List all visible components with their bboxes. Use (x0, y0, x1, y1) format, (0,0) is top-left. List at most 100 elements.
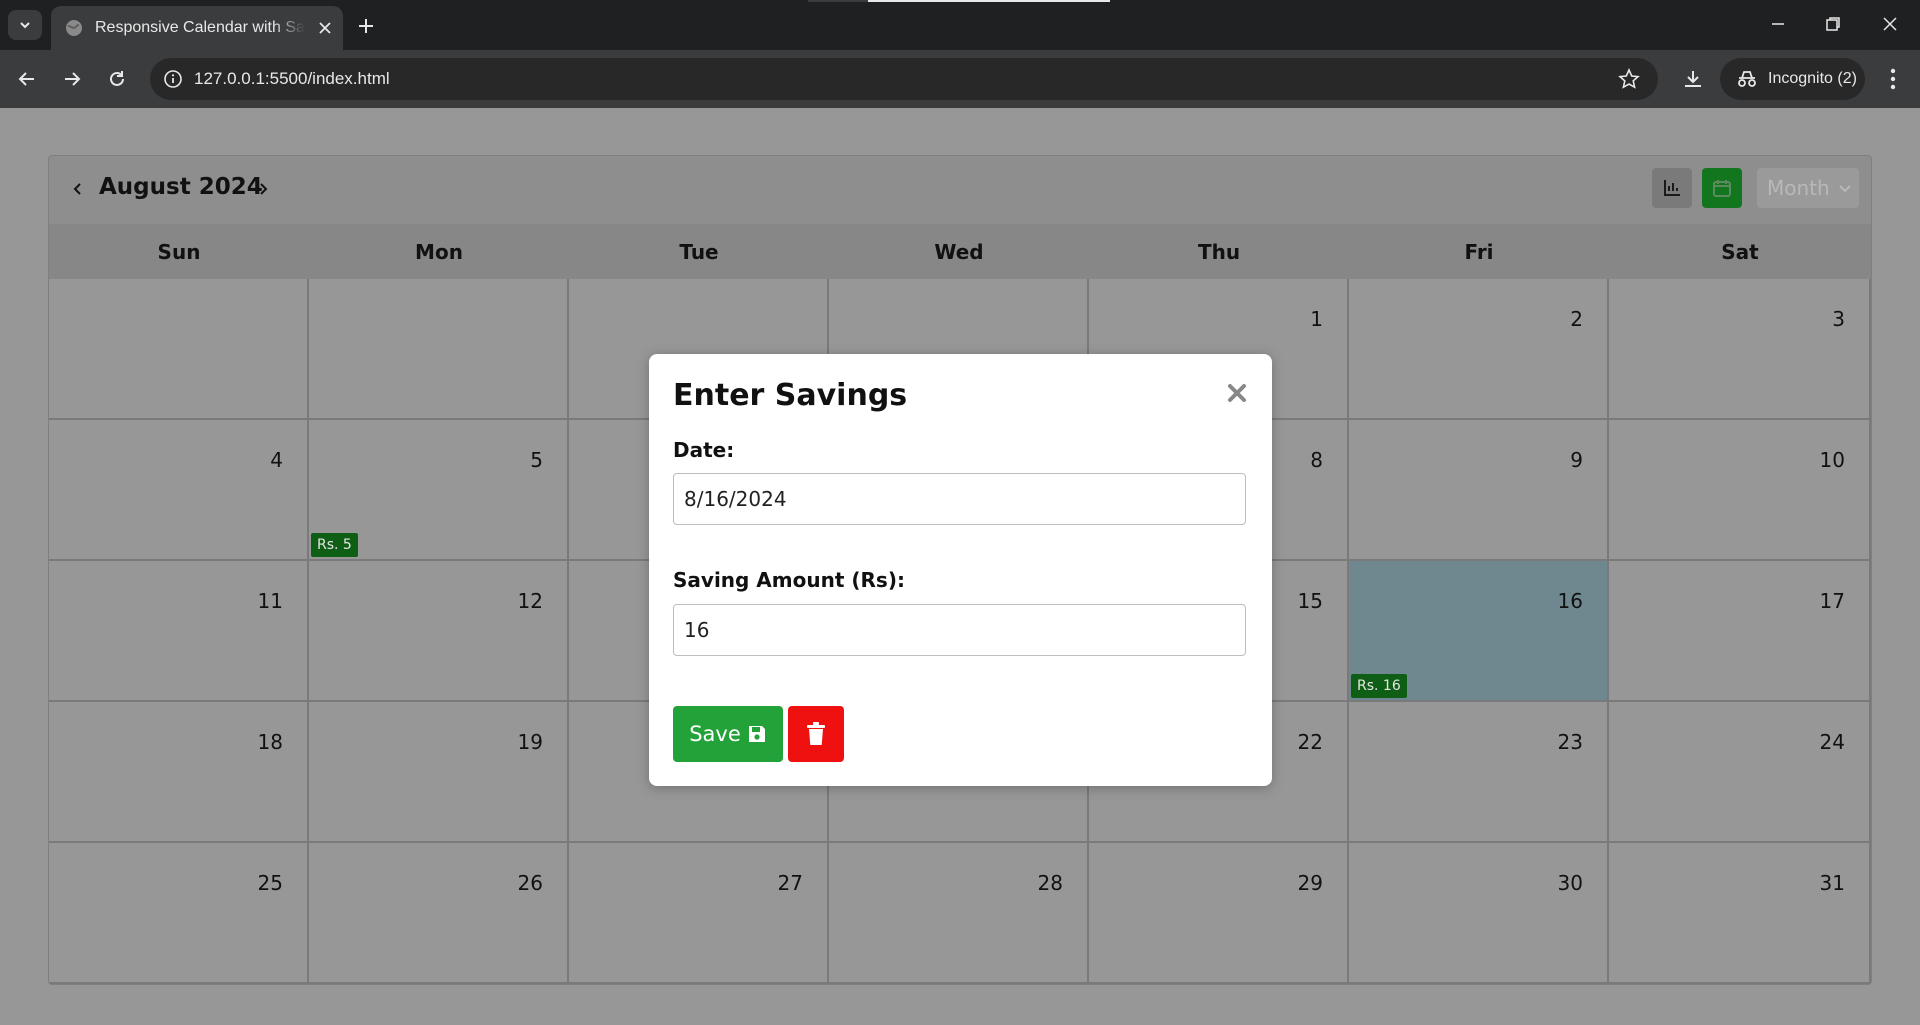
amount-label: Saving Amount (Rs): (673, 568, 905, 592)
chevron-left-icon (73, 183, 81, 195)
day-cell[interactable]: 24 (1609, 702, 1871, 843)
day-number: 12 (517, 589, 543, 613)
download-icon[interactable] (1680, 66, 1706, 92)
weekday-header: Tue (679, 239, 719, 264)
day-number: 22 (1297, 730, 1323, 754)
day-number: 11 (257, 589, 283, 613)
weekday-header: Mon (415, 239, 463, 264)
day-number: 24 (1819, 730, 1845, 754)
day-cell[interactable]: 29 (1089, 843, 1349, 984)
tab-strip-indicator-active (868, 0, 1110, 2)
minimize-icon[interactable] (1766, 12, 1790, 36)
day-cell[interactable]: 16 Rs. 16 (1349, 561, 1609, 702)
save-button-label: Save (689, 722, 741, 746)
month-title: August 2024 (99, 174, 263, 200)
savings-badge[interactable]: Rs. 5 (311, 533, 358, 557)
save-button[interactable]: Save (673, 706, 783, 762)
day-cell[interactable]: 5 Rs. 5 (309, 420, 569, 561)
close-icon[interactable] (1226, 382, 1248, 404)
day-number: 30 (1557, 871, 1583, 895)
day-number: 16 (1557, 589, 1583, 613)
browser-tab[interactable]: Responsive Calendar with Saving Tracker (51, 6, 343, 50)
trash-icon (807, 722, 825, 745)
day-cell[interactable]: 4 (49, 420, 309, 561)
day-number: 10 (1819, 448, 1845, 472)
amount-field[interactable] (673, 604, 1246, 656)
savings-badge[interactable]: Rs. 16 (1351, 674, 1407, 698)
day-number: 1 (1310, 307, 1323, 331)
bookmark-star-icon[interactable] (1618, 68, 1640, 90)
day-cell[interactable]: 3 (1609, 279, 1871, 420)
back-icon[interactable] (14, 66, 40, 92)
tab-search-button[interactable] (8, 10, 42, 40)
modal-title: Enter Savings (673, 378, 908, 413)
chevron-down-icon (20, 22, 30, 29)
day-cell[interactable]: 27 (569, 843, 829, 984)
day-number: 25 (257, 871, 283, 895)
day-number: 18 (257, 730, 283, 754)
calendar-header: August 2024 Month (49, 156, 1871, 225)
day-number: 17 (1819, 589, 1845, 613)
forward-icon[interactable] (59, 66, 85, 92)
site-info-icon[interactable] (162, 68, 184, 90)
empty-day-cell (309, 279, 569, 420)
more-menu-icon[interactable] (1880, 66, 1906, 92)
calendar-view-button[interactable] (1702, 168, 1742, 208)
globe-icon (65, 19, 83, 37)
day-cell[interactable]: 12 (309, 561, 569, 702)
day-cell[interactable]: 30 (1349, 843, 1609, 984)
weekday-header: Sat (1721, 239, 1759, 264)
day-cell[interactable]: 26 (309, 843, 569, 984)
empty-day-cell (49, 279, 309, 420)
reload-icon[interactable] (104, 66, 130, 92)
prev-month-button[interactable] (67, 178, 89, 200)
day-number: 5 (530, 448, 543, 472)
chart-view-button[interactable] (1652, 168, 1692, 208)
day-cell[interactable]: 11 (49, 561, 309, 702)
day-cell[interactable]: 25 (49, 843, 309, 984)
day-number: 2 (1570, 307, 1583, 331)
day-number: 4 (270, 448, 283, 472)
chevron-right-icon (260, 183, 268, 195)
day-number: 31 (1819, 871, 1845, 895)
address-bar[interactable]: 127.0.0.1:5500/index.html (150, 58, 1658, 100)
view-select[interactable]: Month (1757, 168, 1859, 208)
close-tab-icon[interactable] (315, 18, 335, 38)
day-number: 27 (777, 871, 803, 895)
savings-modal: Enter Savings Date: Saving Amount (Rs): … (649, 354, 1272, 786)
bar-chart-icon (1664, 180, 1680, 196)
view-select-value: Month (1767, 176, 1830, 200)
day-number: 3 (1832, 307, 1845, 331)
day-cell[interactable]: 18 (49, 702, 309, 843)
day-number: 9 (1570, 448, 1583, 472)
day-cell[interactable]: 9 (1349, 420, 1609, 561)
next-month-button[interactable] (252, 178, 274, 200)
day-number: 15 (1297, 589, 1323, 613)
day-number: 8 (1310, 448, 1323, 472)
url-text: 127.0.0.1:5500/index.html (194, 69, 390, 88)
day-number: 29 (1297, 871, 1323, 895)
browser-tabstrip: Responsive Calendar with Saving Tracker (0, 0, 1920, 50)
day-cell[interactable]: 10 (1609, 420, 1871, 561)
restore-icon[interactable] (1821, 12, 1845, 36)
day-cell[interactable]: 17 (1609, 561, 1871, 702)
date-field[interactable] (673, 473, 1246, 525)
day-cell[interactable]: 19 (309, 702, 569, 843)
weekday-header: Wed (934, 239, 984, 264)
day-number: 19 (517, 730, 543, 754)
page-overlay: August 2024 Month Sun Mon Tue Wed Thu Fri Sat … (0, 108, 1920, 1025)
day-cell[interactable]: 31 (1609, 843, 1871, 984)
day-cell[interactable]: 2 (1349, 279, 1609, 420)
close-window-icon[interactable] (1878, 12, 1902, 36)
day-number: 23 (1557, 730, 1583, 754)
delete-button[interactable] (788, 706, 844, 762)
browser-toolbar: 127.0.0.1:5500/index.html Incognito (2) (0, 50, 1920, 108)
day-cell[interactable]: 23 (1349, 702, 1609, 843)
day-cell[interactable]: 28 (829, 843, 1089, 984)
tab-title: Responsive Calendar with Saving Tracker (95, 19, 305, 36)
day-number: 26 (517, 871, 543, 895)
new-tab-icon[interactable] (354, 14, 378, 38)
incognito-indicator[interactable]: Incognito (2) (1720, 58, 1865, 100)
weekday-header-row: Sun Mon Tue Wed Thu Fri Sat (49, 224, 1871, 279)
weekday-header: Fri (1464, 239, 1494, 264)
